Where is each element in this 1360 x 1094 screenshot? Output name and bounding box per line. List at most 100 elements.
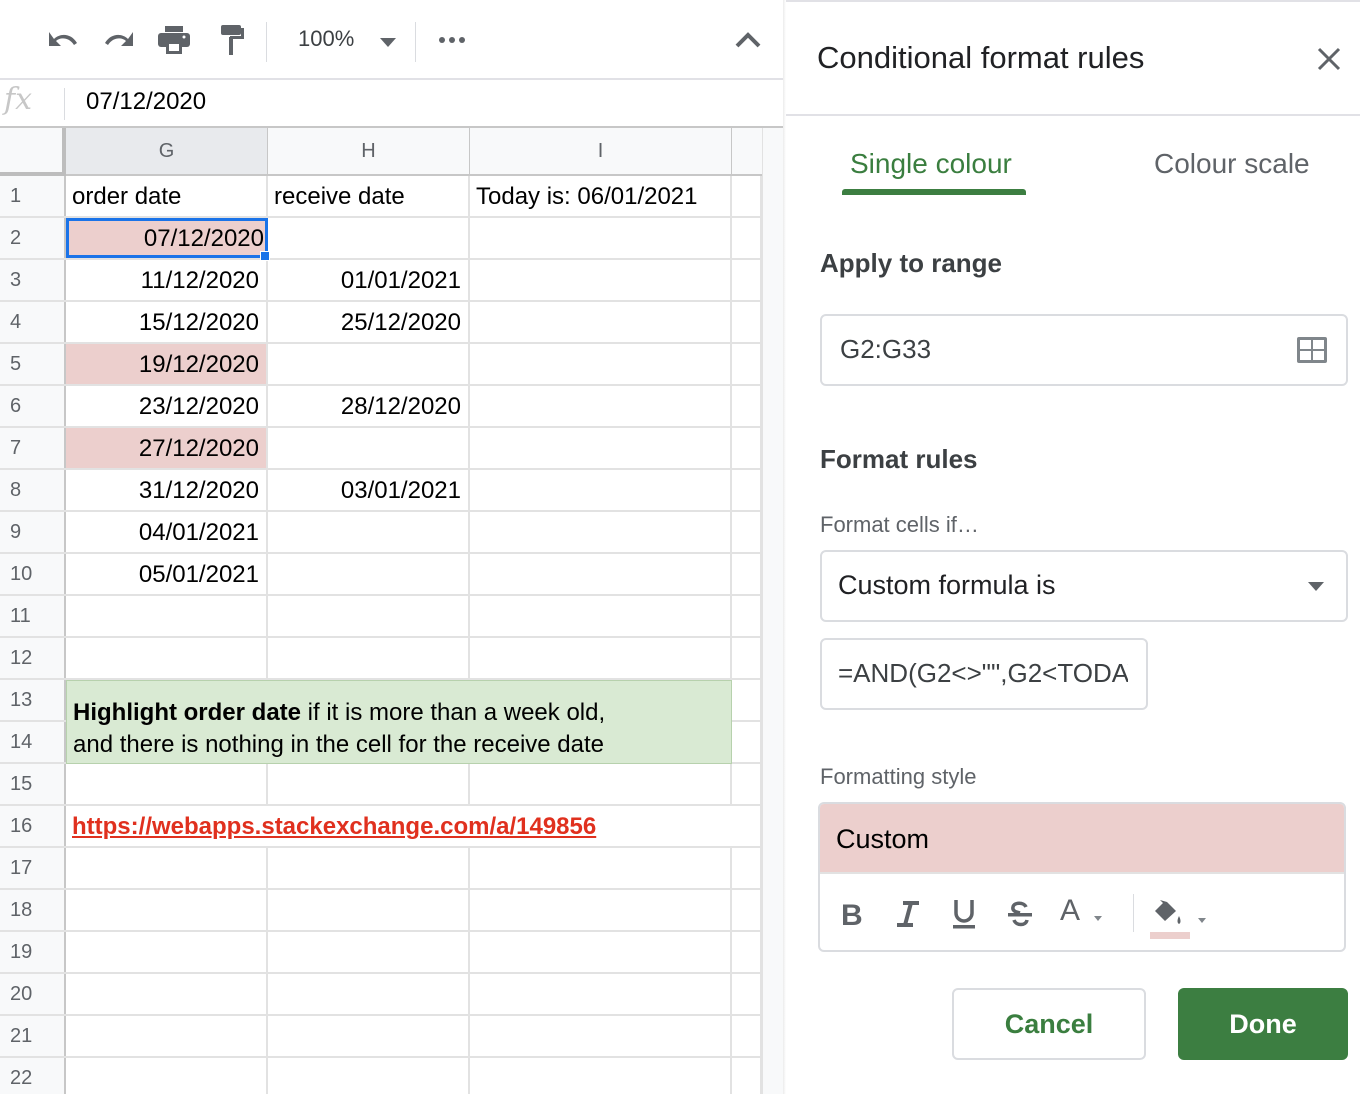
cell-h8[interactable]: 03/01/2021 <box>268 470 470 510</box>
close-button[interactable] <box>1314 44 1344 74</box>
cell-empty[interactable] <box>732 386 762 426</box>
cell-g6[interactable]: 23/12/2020 <box>66 386 268 426</box>
cell-g19[interactable] <box>66 932 268 972</box>
cell-h5[interactable] <box>268 344 470 384</box>
select-range-icon[interactable] <box>1296 336 1328 364</box>
condition-select[interactable]: Custom formula is <box>820 550 1348 622</box>
cell-empty[interactable] <box>732 470 762 510</box>
cell-h6[interactable]: 28/12/2020 <box>268 386 470 426</box>
cell-empty[interactable] <box>732 218 762 258</box>
cell-i5[interactable] <box>470 344 732 384</box>
cell-empty[interactable] <box>732 260 762 300</box>
row-header[interactable]: 22 <box>0 1058 66 1094</box>
cell-empty[interactable] <box>732 848 762 888</box>
cell-h10[interactable] <box>268 554 470 594</box>
row-header[interactable]: 19 <box>0 932 66 972</box>
cell-empty[interactable] <box>732 512 762 552</box>
cell-empty[interactable] <box>732 974 762 1014</box>
row-header[interactable]: 14 <box>0 722 66 762</box>
cell-h12[interactable] <box>268 638 470 678</box>
cell-i7[interactable] <box>470 428 732 468</box>
row-header[interactable]: 20 <box>0 974 66 1014</box>
cell-i3[interactable] <box>470 260 732 300</box>
row-header[interactable]: 17 <box>0 848 66 888</box>
row-header[interactable]: 16 <box>0 806 66 846</box>
undo-button[interactable] <box>42 20 82 60</box>
cell-g7[interactable]: 27/12/2020 <box>66 428 268 468</box>
column-header-h[interactable]: H <box>268 128 470 174</box>
row-header[interactable]: 8 <box>0 470 66 510</box>
link[interactable]: https://webapps.stackexchange.com/a/1498… <box>72 806 596 848</box>
cell-i19[interactable] <box>470 932 732 972</box>
row-header[interactable]: 7 <box>0 428 66 468</box>
zoom-dropdown-icon[interactable] <box>380 38 396 47</box>
row-header[interactable]: 15 <box>0 764 66 804</box>
row-header[interactable]: 13 <box>0 680 66 720</box>
redo-button[interactable] <box>100 20 140 60</box>
cell-g4[interactable]: 15/12/2020 <box>66 302 268 342</box>
cell-i10[interactable] <box>470 554 732 594</box>
collapse-toolbar-button[interactable] <box>728 20 768 60</box>
cell-g18[interactable] <box>66 890 268 930</box>
fill-colour-button[interactable] <box>1150 892 1210 936</box>
cell-i1[interactable]: Today is: 06/01/2021 <box>470 176 732 216</box>
cell-empty[interactable] <box>732 806 762 846</box>
done-button[interactable]: Done <box>1178 988 1348 1060</box>
cell-empty[interactable] <box>732 722 762 762</box>
cell-i12[interactable] <box>470 638 732 678</box>
cell-empty[interactable] <box>732 344 762 384</box>
fill-handle[interactable] <box>260 251 270 261</box>
cell-g10[interactable]: 05/01/2021 <box>66 554 268 594</box>
tab-colour-scale[interactable]: Colour scale <box>1154 148 1310 180</box>
style-preview[interactable]: Custom <box>820 804 1344 874</box>
cell-empty[interactable] <box>732 932 762 972</box>
cell-empty[interactable] <box>732 890 762 930</box>
cell-empty[interactable] <box>732 554 762 594</box>
text-colour-button[interactable]: A <box>1060 892 1104 936</box>
cell-h22[interactable] <box>268 1058 470 1094</box>
zoom-select[interactable]: 100% <box>298 26 354 52</box>
cell-g2[interactable]: 07/12/2020 <box>66 218 268 258</box>
cell-empty[interactable] <box>732 428 762 468</box>
cell-h20[interactable] <box>268 974 470 1014</box>
cell-empty[interactable] <box>732 302 762 342</box>
cell-empty[interactable] <box>732 596 762 636</box>
cell-h7[interactable] <box>268 428 470 468</box>
cell-i20[interactable] <box>470 974 732 1014</box>
more-button[interactable] <box>432 20 472 60</box>
cell-i9[interactable] <box>470 512 732 552</box>
underline-button[interactable] <box>948 892 980 936</box>
cell-empty[interactable] <box>732 176 762 216</box>
vertical-scrollbar[interactable] <box>762 128 783 1094</box>
row-header[interactable]: 12 <box>0 638 66 678</box>
cell-h18[interactable] <box>268 890 470 930</box>
row-header[interactable]: 4 <box>0 302 66 342</box>
cell-h9[interactable] <box>268 512 470 552</box>
cell-empty[interactable] <box>732 1058 762 1094</box>
row-header[interactable]: 21 <box>0 1016 66 1056</box>
paint-format-button[interactable] <box>212 20 252 60</box>
cell-h19[interactable] <box>268 932 470 972</box>
cell-g20[interactable] <box>66 974 268 1014</box>
cell-g17[interactable] <box>66 848 268 888</box>
cell-h11[interactable] <box>268 596 470 636</box>
cell-h21[interactable] <box>268 1016 470 1056</box>
italic-button[interactable] <box>892 892 924 936</box>
cell-h3[interactable]: 01/01/2021 <box>268 260 470 300</box>
cell-h15[interactable] <box>268 764 470 804</box>
cell-i2[interactable] <box>470 218 732 258</box>
cell-h17[interactable] <box>268 848 470 888</box>
print-button[interactable] <box>154 20 194 60</box>
row-header[interactable]: 3 <box>0 260 66 300</box>
column-header-g[interactable]: G <box>66 128 268 174</box>
cancel-button[interactable]: Cancel <box>952 988 1146 1060</box>
cell-i8[interactable] <box>470 470 732 510</box>
cell-g3[interactable]: 11/12/2020 <box>66 260 268 300</box>
cell-g9[interactable]: 04/01/2021 <box>66 512 268 552</box>
cell-g8[interactable]: 31/12/2020 <box>66 470 268 510</box>
cell-empty[interactable] <box>732 638 762 678</box>
cell-empty[interactable] <box>732 1016 762 1056</box>
cell-empty[interactable] <box>732 680 762 720</box>
custom-formula-input[interactable]: =AND(G2<>"",G2<TODAY()-7,H2="") <box>820 638 1148 710</box>
strikethrough-button[interactable] <box>1004 892 1036 936</box>
